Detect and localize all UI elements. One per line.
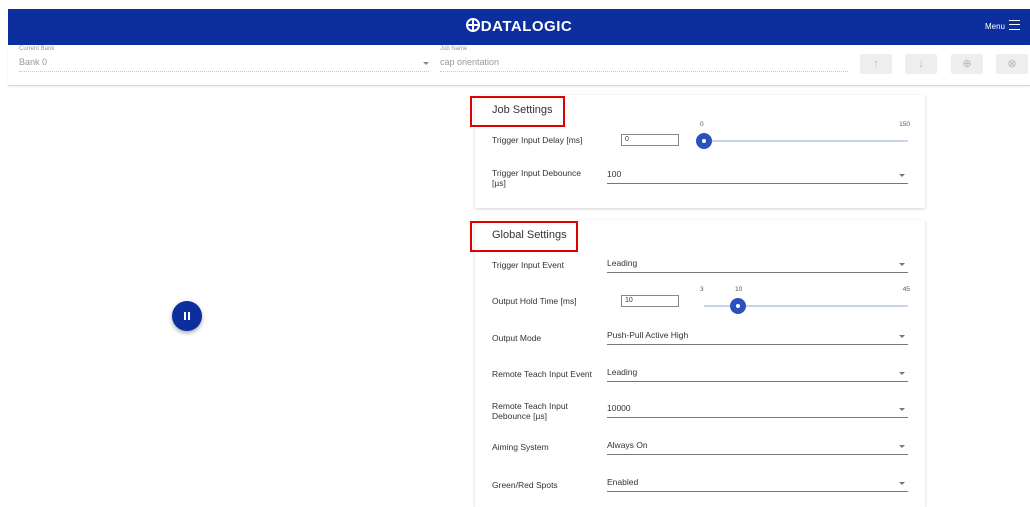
output-mode-label: Output Mode <box>492 333 542 343</box>
pause-icon <box>184 312 190 320</box>
chevron-down-icon <box>899 408 905 411</box>
select-value: Enabled <box>607 477 639 487</box>
select-value: Leading <box>607 367 638 377</box>
remote-teach-debounce-select[interactable]: 10000 <box>607 403 908 418</box>
slider-min: 0 <box>700 121 704 128</box>
menu-button[interactable]: Menu <box>985 9 1020 45</box>
bank-value: Bank 0 <box>19 57 48 67</box>
arrow-down-icon: ↓ <box>918 58 924 70</box>
job-name-underline <box>440 71 848 72</box>
aiming-label: Aiming System <box>492 442 549 452</box>
job-settings-title: Job Settings <box>492 104 553 116</box>
plus-circle-icon: ⊕ <box>962 58 972 70</box>
slider-max: 45 <box>902 286 910 293</box>
output-mode-select[interactable]: Push-Pull Active High <box>607 330 908 345</box>
bank-toolbar: Current Bank Bank 0 Job Name cap orienta… <box>8 45 1030 86</box>
chevron-down-icon <box>899 263 905 266</box>
spots-label: Green/Red Spots <box>492 480 558 490</box>
menu-label: Menu <box>984 22 1005 31</box>
output-hold-slider[interactable]: 3 45 10 <box>700 284 910 314</box>
slider-min: 3 <box>700 286 704 293</box>
chevron-down-icon <box>899 372 905 375</box>
chevron-down-icon <box>899 335 905 338</box>
slider-thumb[interactable] <box>730 298 746 314</box>
remote-teach-event-label: Remote Teach Input Event <box>492 369 593 379</box>
chevron-down-icon <box>899 174 905 177</box>
job-name-label: Job Name <box>440 46 468 52</box>
trigger-event-label: Trigger Input Event <box>492 260 564 270</box>
trigger-delay-label: Trigger Input Delay [ms] <box>492 135 583 145</box>
select-value: Always On <box>607 440 648 450</box>
brand-logo: DATALOGIC <box>8 9 1030 45</box>
output-hold-label: Output Hold Time [ms] <box>492 296 577 306</box>
aiming-select[interactable]: Always On <box>607 440 908 455</box>
job-settings-card: Job Settings Trigger Input Delay [ms] 0 … <box>470 95 925 208</box>
trigger-debounce-label: Trigger Input Debounce [µs] <box>492 168 581 188</box>
select-value: Push-Pull Active High <box>607 330 689 340</box>
trigger-delay-input[interactable]: 0 <box>621 134 679 146</box>
brand-name: DATALOGIC <box>480 18 573 35</box>
select-value: 100 <box>607 169 622 179</box>
chevron-down-icon <box>899 445 905 448</box>
slider-thumb[interactable] <box>696 133 712 149</box>
hamburger-icon <box>1009 20 1020 30</box>
close-circle-icon: ⊗ <box>1007 58 1017 70</box>
slider-max: 150 <box>899 121 910 128</box>
pause-button[interactable] <box>172 301 202 331</box>
remote-teach-debounce-label: Remote Teach Input Debounce [µs] <box>492 401 568 421</box>
chevron-down-icon <box>899 482 905 485</box>
bank-label: Current Bank <box>19 46 55 52</box>
move-up-button[interactable]: ↑ <box>860 54 892 74</box>
global-settings-card: Global Settings Trigger Input Event Lead… <box>470 220 925 507</box>
select-value: 10000 <box>607 403 631 413</box>
delete-job-button[interactable]: ⊗ <box>996 54 1028 74</box>
top-bar: DATALOGIC Menu <box>8 9 1030 45</box>
add-job-button[interactable]: ⊕ <box>951 54 983 74</box>
global-settings-title: Global Settings <box>492 229 567 241</box>
bank-underline <box>19 71 429 72</box>
slider-current-value: 10 <box>735 286 743 293</box>
datalogic-logo-icon <box>465 18 480 32</box>
job-name-input[interactable]: cap orientation <box>440 57 499 67</box>
trigger-debounce-select[interactable]: 100 <box>607 169 908 184</box>
move-down-button[interactable]: ↓ <box>905 54 937 74</box>
spots-select[interactable]: Enabled <box>607 477 908 492</box>
bank-select[interactable]: Bank 0 <box>19 55 429 69</box>
arrow-up-icon: ↑ <box>873 58 879 70</box>
remote-teach-event-select[interactable]: Leading <box>607 367 908 382</box>
slider-track <box>704 140 908 142</box>
chevron-down-icon <box>423 62 429 65</box>
output-hold-input[interactable]: 10 <box>621 295 679 307</box>
trigger-event-select[interactable]: Leading <box>607 258 908 273</box>
select-value: Leading <box>607 258 638 268</box>
trigger-delay-slider[interactable]: 0 150 <box>696 119 910 149</box>
